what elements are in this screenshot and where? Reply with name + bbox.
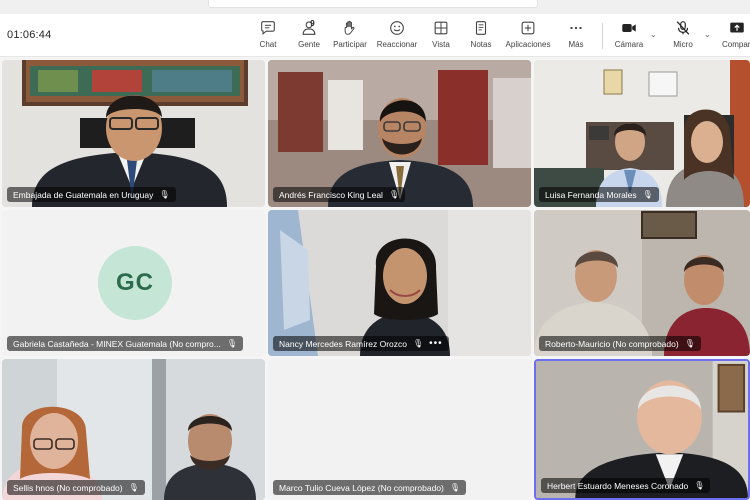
meeting-timer: 01:06:44 <box>7 29 52 41</box>
camera-button[interactable]: Cámara <box>612 19 646 53</box>
apps-button[interactable]: Aplicaciones <box>503 19 553 53</box>
participant-tile-active-speaker[interactable]: Herbert Estuardo Meneses Coronado 🎙︎ <box>534 359 750 500</box>
avatar: GC <box>98 246 172 320</box>
participant-name-tag: Sellis hnos (No comprobado) 🎙︎ <box>7 480 145 495</box>
mic-muted-icon: 🎙︎ <box>388 190 400 199</box>
chat-button[interactable]: Chat <box>255 19 281 53</box>
share-screen-icon <box>730 22 744 33</box>
video-feed <box>2 60 265 207</box>
people-label: Gente <box>298 40 320 49</box>
search-bar[interactable] <box>208 0 538 8</box>
video-feed <box>2 359 265 500</box>
video-feed <box>268 60 531 207</box>
mic-muted-icon: 🎙︎ <box>128 483 139 492</box>
mic-muted-icon <box>676 21 690 35</box>
react-button[interactable]: Reaccionar <box>376 19 418 53</box>
camera-label: Cámara <box>614 40 644 49</box>
participant-tile[interactable]: GC Gabriela Castañeda - MINEX Guatemala … <box>2 210 265 356</box>
title-bar <box>0 0 750 14</box>
mic-button[interactable]: Micro <box>670 19 696 53</box>
notes-button[interactable]: Notas <box>468 19 494 53</box>
participant-name: Andrés Francisco King Leal <box>279 189 383 200</box>
react-label: Reaccionar <box>376 40 418 49</box>
share-label: Compar <box>722 40 750 49</box>
grid-view-icon <box>434 21 448 35</box>
participant-name: Herbert Estuardo Meneses Coronado <box>547 480 689 491</box>
participant-name-tag: Andrés Francisco King Leal 🎙︎ <box>273 187 406 202</box>
more-options-icon[interactable]: ••• <box>429 338 443 348</box>
participant-name-tag: Luisa Fernanda Morales 🎙︎ <box>539 187 659 202</box>
hand-icon <box>344 20 355 35</box>
participant-name: Nancy Mercedes Ramírez Orozco <box>279 338 408 349</box>
participant-tile[interactable]: Embajada de Guatemala en Uruguay 🎙︎ <box>2 60 265 207</box>
participant-name-tag: Herbert Estuardo Meneses Coronado 🎙︎ <box>541 478 711 493</box>
teams-meeting-window: 01:06:44 Chat 9 Gente Participar Reaccio… <box>0 0 750 500</box>
participant-tile[interactable]: Marco Tulio Cueva López (No comprobado) … <box>268 359 531 500</box>
apps-label: Aplicaciones <box>505 40 551 49</box>
participant-name: Luisa Fernanda Morales <box>545 189 637 200</box>
participant-tile[interactable]: Andrés Francisco King Leal 🎙︎ <box>268 60 531 207</box>
participant-name: Gabriela Castañeda - MINEX Guatemala (No… <box>13 338 221 349</box>
meeting-toolbar: 01:06:44 Chat 9 Gente Participar Reaccio… <box>0 14 750 57</box>
toolbar-divider <box>602 23 603 49</box>
mic-muted-icon: 🎙︎ <box>413 339 424 348</box>
video-grid: Embajada de Guatemala en Uruguay 🎙︎ Andr… <box>0 58 750 500</box>
share-button[interactable]: Compar <box>722 19 750 53</box>
mic-options-chevron-icon[interactable]: ⌄ <box>704 30 711 39</box>
participant-name-tag: Marco Tulio Cueva López (No comprobado) … <box>273 480 467 495</box>
people-button[interactable]: 9 Gente <box>294 19 324 53</box>
view-label: Vista <box>432 40 450 49</box>
mic-muted-icon: 🎙︎ <box>684 339 695 348</box>
camera-icon <box>622 23 636 33</box>
chat-icon <box>261 21 275 36</box>
video-feed <box>534 60 750 207</box>
participant-tile[interactable]: Luisa Fernanda Morales 🎙︎ <box>534 60 750 207</box>
chat-label: Chat <box>259 40 277 49</box>
participate-label: Participar <box>333 40 367 49</box>
view-button[interactable]: Vista <box>429 19 453 53</box>
participant-name-tag: Roberto-Mauricio (No comprobado) 🎙︎ <box>539 336 701 351</box>
participant-name-tag: Embajada de Guatemala en Uruguay 🎙︎ <box>7 187 176 202</box>
mic-muted-icon: 🎙︎ <box>226 339 238 348</box>
participant-name: Marco Tulio Cueva López (No comprobado) <box>279 482 444 493</box>
mic-muted-icon: 🎙︎ <box>449 483 461 492</box>
video-feed <box>268 210 531 356</box>
mic-muted-icon: 🎙︎ <box>694 481 705 490</box>
add-apps-icon <box>521 21 535 35</box>
mic-muted-icon: 🎙︎ <box>642 190 653 199</box>
notes-icon <box>475 21 487 35</box>
raise-hand-button[interactable]: Participar <box>331 19 369 53</box>
participant-tile[interactable]: Roberto-Mauricio (No comprobado) 🎙︎ <box>534 210 750 356</box>
participant-name: Embajada de Guatemala en Uruguay <box>13 189 154 200</box>
video-feed <box>534 210 750 356</box>
mic-muted-icon: 🎙︎ <box>159 190 170 199</box>
participant-name: Roberto-Mauricio (No comprobado) <box>545 338 679 349</box>
participant-tile[interactable]: Sellis hnos (No comprobado) 🎙︎ <box>2 359 265 500</box>
mic-label: Micro <box>673 40 693 49</box>
notes-label: Notas <box>470 40 492 49</box>
people-count: 9 <box>310 19 315 28</box>
smiley-icon <box>390 21 404 35</box>
more-label: Más <box>568 40 584 49</box>
participant-tile[interactable]: Nancy Mercedes Ramírez Orozco 🎙︎ ••• <box>268 210 531 356</box>
more-button[interactable]: Más <box>564 19 588 53</box>
participant-name-tag: Nancy Mercedes Ramírez Orozco 🎙︎ ••• <box>273 336 449 351</box>
participant-name-tag: Gabriela Castañeda - MINEX Guatemala (No… <box>7 336 244 351</box>
participant-name: Sellis hnos (No comprobado) <box>13 482 123 493</box>
people-icon <box>302 21 316 35</box>
camera-options-chevron-icon[interactable]: ⌄ <box>650 30 657 39</box>
ellipsis-icon <box>570 26 582 30</box>
